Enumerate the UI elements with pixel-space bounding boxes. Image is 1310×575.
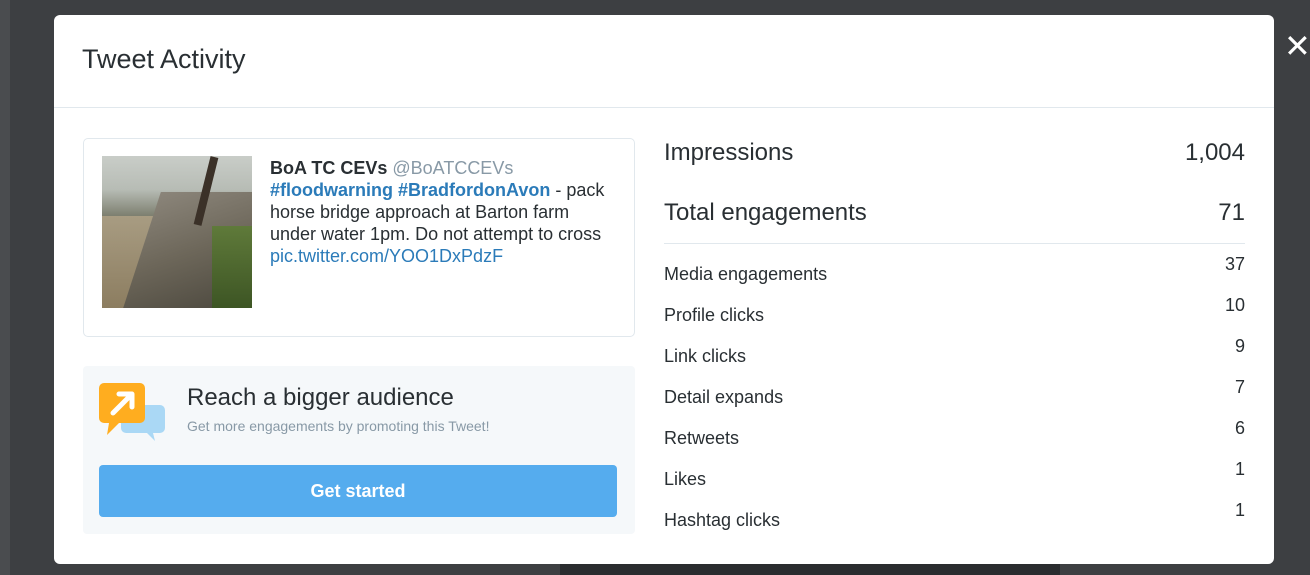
metric-row: Hashtag clicks 1 [664, 500, 1245, 541]
tweet-image[interactable] [102, 156, 252, 308]
get-started-button[interactable]: Get started [99, 465, 617, 517]
impressions-value: 1,004 [1184, 139, 1245, 166]
metric-value: 1 [1234, 500, 1245, 520]
metric-value: 7 [1234, 377, 1245, 397]
metric-row: Likes 1 [664, 459, 1245, 500]
modal-header: Tweet Activity [54, 15, 1274, 108]
metric-label: Likes [664, 469, 707, 489]
tweet-activity-modal: Tweet Activity BoA TC CEVs @BoATCCEVs #f… [54, 15, 1274, 564]
tweet-author[interactable]: BoA TC CEVs [270, 158, 387, 178]
left-column: BoA TC CEVs @BoATCCEVs #floodwarning #Br… [83, 138, 635, 534]
metric-label: Media engagements [664, 264, 828, 284]
tweet-text: BoA TC CEVs @BoATCCEVs #floodwarning #Br… [270, 157, 620, 267]
modal-title: Tweet Activity [82, 44, 246, 74]
metric-label: Profile clicks [664, 305, 765, 325]
metric-row: Detail expands 7 [664, 377, 1245, 418]
engagements-value: 71 [1218, 199, 1245, 226]
divider [664, 243, 1245, 244]
metric-value: 9 [1234, 336, 1245, 356]
metric-value: 10 [1224, 295, 1245, 315]
metric-value: 37 [1224, 254, 1245, 274]
stats-column: Impressions 1,004 Total engagements 71 M… [664, 135, 1245, 541]
grass-field [212, 226, 252, 308]
hashtag-link[interactable]: #BradfordonAvon [398, 180, 550, 200]
metric-row: Media engagements 37 [664, 254, 1245, 295]
hashtag-link[interactable]: #floodwarning [270, 180, 393, 200]
tweet-media-link[interactable]: pic.twitter.com/YOO1DxPdzF [270, 246, 503, 266]
metric-row: Profile clicks 10 [664, 295, 1245, 336]
metric-label: Link clicks [664, 346, 747, 366]
page-backdrop [0, 0, 10, 575]
impressions-label: Impressions [664, 139, 794, 166]
metric-value: 6 [1234, 418, 1245, 438]
engagements-row: Total engagements 71 [664, 195, 1245, 231]
promote-icon [99, 383, 165, 441]
promo-subtitle: Get more engagements by promoting this T… [187, 418, 490, 434]
engagements-label: Total engagements [664, 199, 867, 226]
promote-panel: Reach a bigger audience Get more engagem… [83, 366, 635, 534]
impressions-row: Impressions 1,004 [664, 135, 1245, 171]
metric-list: Media engagements 37 Profile clicks 10 L… [664, 254, 1245, 541]
metric-label: Hashtag clicks [664, 510, 781, 530]
metric-row: Link clicks 9 [664, 336, 1245, 377]
promo-title: Reach a bigger audience [187, 384, 454, 411]
metric-row: Retweets 6 [664, 418, 1245, 459]
close-icon[interactable]: ✕ [1284, 28, 1310, 64]
metric-label: Detail expands [664, 387, 784, 407]
metric-value: 1 [1234, 459, 1245, 479]
tweet-handle[interactable]: @BoATCCEVs [392, 158, 513, 178]
metric-label: Retweets [664, 428, 740, 448]
tweet-card[interactable]: BoA TC CEVs @BoATCCEVs #floodwarning #Br… [83, 138, 635, 337]
